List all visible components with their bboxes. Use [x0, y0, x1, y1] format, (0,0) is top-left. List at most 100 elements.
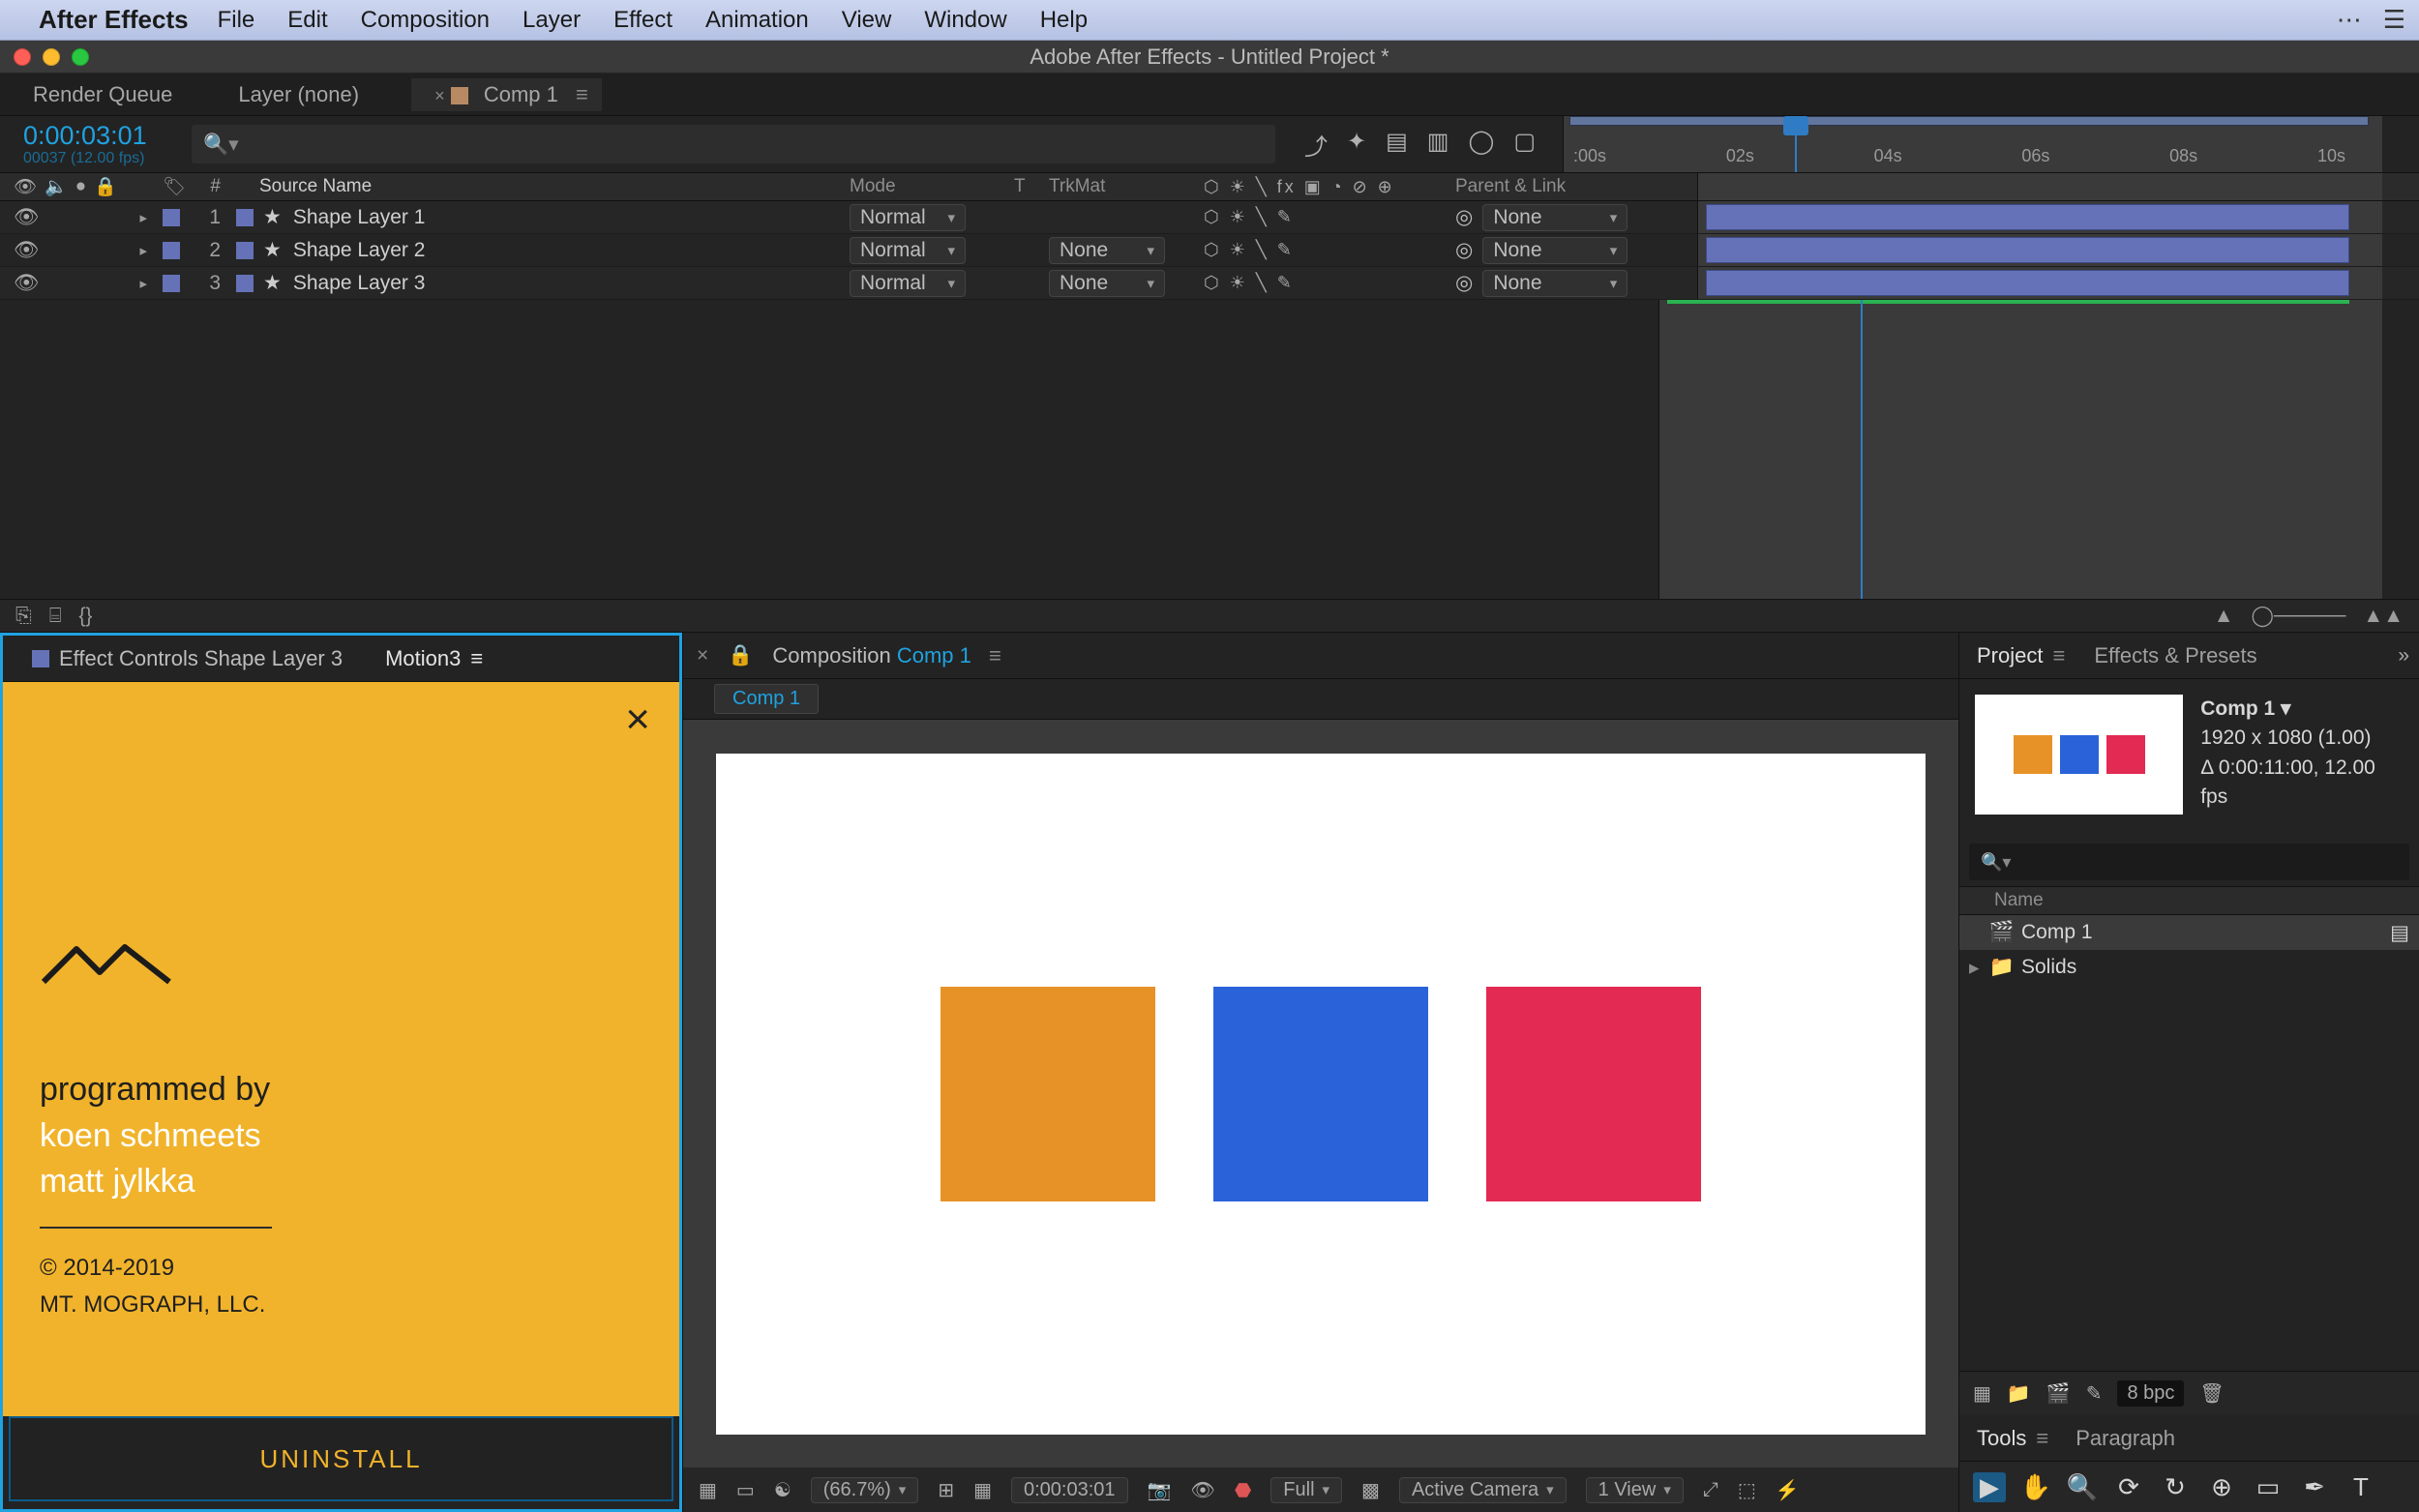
layer-name[interactable]: ★Shape Layer 3 [252, 271, 842, 295]
menu-composition[interactable]: Composition [361, 7, 490, 34]
pen-tool-icon[interactable]: ✒ [2298, 1472, 2331, 1502]
new-comp-icon[interactable]: 🎬 [2046, 1381, 2071, 1406]
new-folder-icon[interactable]: 📁 [2007, 1381, 2031, 1406]
zoom-in-icon[interactable]: ▲▲ [2363, 605, 2404, 628]
menu-view[interactable]: View [842, 7, 892, 34]
adjustment-icon[interactable]: ✎ [2086, 1381, 2103, 1406]
parent-dropdown[interactable]: None▾ [1482, 237, 1628, 264]
pickwhip-icon[interactable]: ◎ [1455, 239, 1473, 261]
layer-duration-bar[interactable] [1706, 204, 2349, 230]
fast-preview-icon[interactable]: ⚡ [1776, 1478, 1800, 1502]
orbit-tool-icon[interactable]: ⟳ [2112, 1472, 2145, 1502]
grid-icon[interactable]: ▦ [973, 1478, 992, 1502]
window-close-button[interactable] [14, 48, 31, 66]
tab-effects-presets[interactable]: Effects & Presets [2094, 643, 2256, 668]
motion-blur-icon[interactable]: ◯ [1468, 128, 1494, 162]
tab-close-icon[interactable]: × [697, 644, 708, 667]
tab-render-queue[interactable]: Render Queue [19, 78, 186, 111]
menu-layer[interactable]: Layer [523, 7, 581, 34]
layer-row[interactable]: 👁 ▸ 1 ★Shape Layer 1 Normal▾ ⬡ ☀ ╲ ✎ ◎No… [0, 201, 2419, 234]
snapshot-icon[interactable]: 📷 [1148, 1478, 1172, 1502]
layer-switches[interactable]: ⬡ ☀ ╲ ✎ [1196, 240, 1448, 260]
pixel-aspect-icon[interactable]: ⬚ [1738, 1478, 1756, 1502]
zoom-dropdown[interactable]: (66.7%)▾ [811, 1477, 919, 1503]
selection-tool-icon[interactable]: ▶ [1973, 1472, 2006, 1502]
pickwhip-icon[interactable]: ◎ [1455, 206, 1473, 228]
layer-track[interactable] [1697, 267, 2382, 299]
trkmat-dropdown[interactable]: None▾ [1049, 270, 1165, 297]
type-tool-icon[interactable]: T [2344, 1472, 2377, 1502]
interpret-icon[interactable]: ▦ [1973, 1381, 1991, 1406]
window-minimize-button[interactable] [43, 48, 60, 66]
rotate-tool-icon[interactable]: ↻ [2159, 1472, 2192, 1502]
viewport[interactable] [683, 720, 1958, 1468]
project-item-comp[interactable]: 🎬 Comp 1 ▤ [1959, 915, 2419, 950]
tab-project[interactable]: Project≡ [1977, 643, 2065, 668]
color-mgmt-icon[interactable]: ⬣ [1235, 1478, 1251, 1502]
app-name[interactable]: After Effects [39, 5, 189, 35]
mode-dropdown[interactable]: Normal▾ [850, 204, 966, 231]
uninstall-button[interactable]: UNINSTALL [9, 1416, 673, 1501]
timeline-search[interactable]: 🔍▾ [192, 125, 1275, 163]
layer-color-swatch[interactable] [163, 242, 180, 259]
camera-dropdown[interactable]: Active Camera▾ [1399, 1477, 1567, 1503]
tab-effect-controls[interactable]: Effect Controls Shape Layer 3 [20, 644, 354, 673]
tab-paragraph[interactable]: Paragraph [2076, 1426, 2175, 1451]
mode-dropdown[interactable]: Normal▾ [850, 270, 966, 297]
transparent-grid-icon[interactable]: ▩ [1361, 1478, 1380, 1502]
menu-animation[interactable]: Animation [705, 7, 809, 34]
parent-dropdown[interactable]: None▾ [1482, 204, 1628, 231]
zoom-tool-icon[interactable]: 🔍 [2066, 1472, 2099, 1502]
menu-help[interactable]: Help [1040, 7, 1088, 34]
tab-composition[interactable]: Composition Comp 1 ≡ [772, 643, 1000, 668]
playhead-line[interactable] [1861, 300, 1863, 599]
pickwhip-icon[interactable]: ◎ [1455, 272, 1473, 294]
tab-menu-icon[interactable]: ≡ [576, 82, 588, 106]
show-snapshot-icon[interactable]: 👁 [1190, 1478, 1214, 1502]
mask-icon[interactable]: ☯ [774, 1478, 791, 1502]
alpha-icon[interactable]: ▦ [699, 1478, 717, 1502]
tab-motion3[interactable]: Motion3≡ [373, 644, 494, 673]
layer-row[interactable]: 👁 ▸ 3 ★Shape Layer 3 Normal▾ None▾ ⬡ ☀ ╲… [0, 267, 2419, 300]
graph-editor-icon[interactable]: ▢ [1513, 128, 1536, 162]
panel-menu-icon[interactable]: ≡ [470, 646, 483, 671]
zoom-slider[interactable]: ◯───── [2252, 604, 2346, 628]
layer-duration-bar[interactable] [1706, 270, 2349, 296]
layer-switches[interactable]: ⬡ ☀ ╲ ✎ [1196, 273, 1448, 293]
layer-duration-bar[interactable] [1706, 237, 2349, 263]
bpc-badge[interactable]: 8 bpc [2117, 1380, 2184, 1407]
project-item-name[interactable]: Comp 1 ▾ [2200, 695, 2404, 724]
trkmat-dropdown[interactable]: None▾ [1049, 237, 1165, 264]
parent-dropdown[interactable]: None▾ [1482, 270, 1628, 297]
layer-color-swatch[interactable] [163, 209, 180, 226]
mode-dropdown[interactable]: Normal▾ [850, 237, 966, 264]
layer-switches[interactable]: ⬡ ☀ ╲ ✎ [1196, 207, 1448, 227]
zoom-out-icon[interactable]: ▲ [2214, 605, 2234, 628]
safe-zones-icon[interactable]: ⊞ [938, 1478, 954, 1502]
project-search[interactable]: 🔍▾ [1969, 844, 2409, 880]
layer-name[interactable]: ★Shape Layer 1 [252, 205, 842, 229]
toggle-modes-icon[interactable]: ⌸ [49, 605, 62, 628]
layer-track[interactable] [1697, 201, 2382, 233]
brace-icon[interactable]: {} [78, 605, 92, 628]
tab-layer[interactable]: Layer (none) [224, 78, 373, 111]
menu-window[interactable]: Window [924, 7, 1006, 34]
views-dropdown[interactable]: 1 View▾ [1586, 1477, 1684, 1503]
menu-effect[interactable]: Effect [613, 7, 672, 34]
chevron-right-icon[interactable]: ▸ [139, 275, 147, 292]
current-timecode[interactable]: 0:00:03:01 00037 (12.00 fps) [0, 123, 192, 166]
anchor-tool-icon[interactable]: ⊕ [2205, 1472, 2238, 1502]
eye-icon[interactable]: 👁 [14, 206, 40, 229]
frame-blend-icon[interactable]: ▥ [1427, 128, 1449, 162]
menubar-list-icon[interactable]: ☰ [2383, 5, 2405, 35]
toggle-switches-icon[interactable]: ⎘ [15, 605, 32, 628]
shy-icon[interactable]: ▤ [1386, 128, 1408, 162]
menu-edit[interactable]: Edit [287, 7, 327, 34]
channel-icon[interactable]: ▭ [736, 1478, 755, 1502]
close-icon[interactable]: × [625, 696, 650, 744]
layer-color-swatch[interactable] [163, 275, 180, 292]
window-zoom-button[interactable] [72, 48, 89, 66]
layer-track[interactable] [1697, 234, 2382, 266]
layer-row[interactable]: 👁 ▸ 2 ★Shape Layer 2 Normal▾ None▾ ⬡ ☀ ╲… [0, 234, 2419, 267]
playhead[interactable] [1795, 116, 1797, 172]
